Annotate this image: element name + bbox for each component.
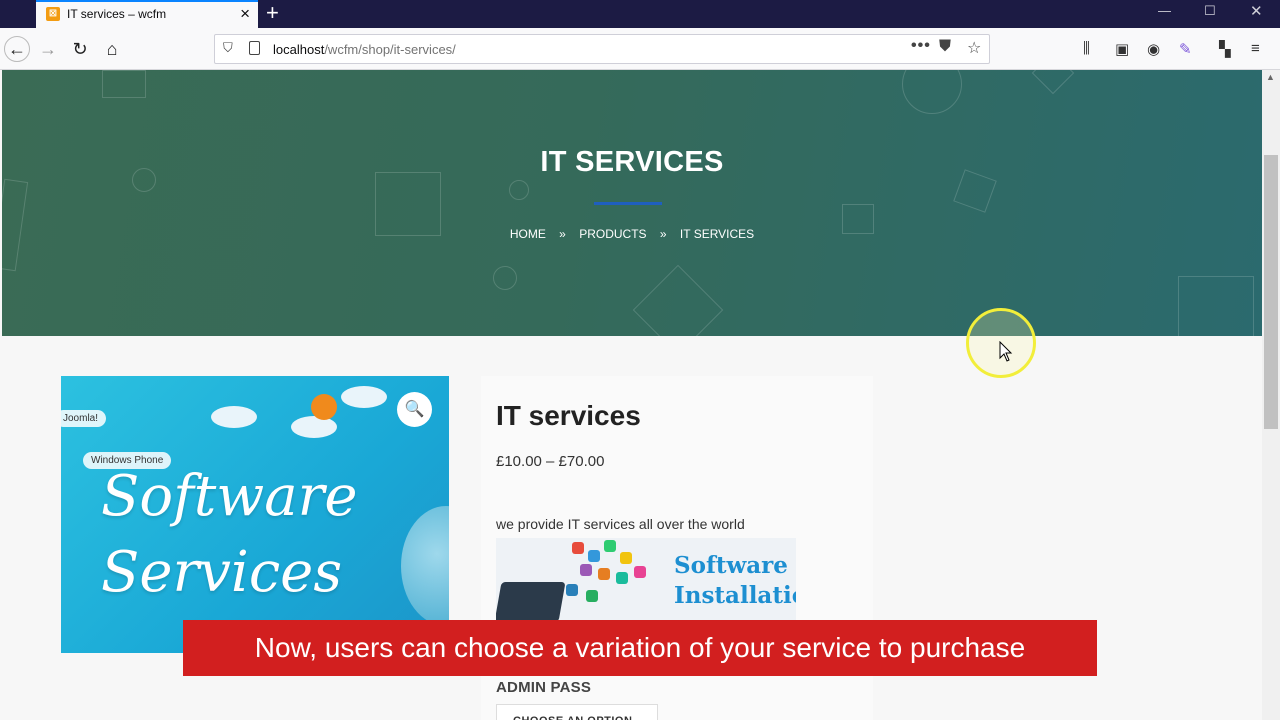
- scrollbar-thumb[interactable]: [1264, 155, 1278, 429]
- reload-icon[interactable]: ↻: [68, 37, 92, 61]
- scroll-up-arrow-icon[interactable]: ▲: [1266, 72, 1275, 82]
- image-text-line2: Services: [101, 540, 343, 605]
- breadcrumb-separator-icon: »: [659, 227, 667, 241]
- banner-text-line1: Software: [674, 552, 788, 579]
- extension-pen-icon[interactable]: ✎: [1179, 40, 1192, 58]
- decor-circle: [509, 180, 529, 200]
- page-hero-banner: IT SERVICES HOME » PRODUCTS » IT SERVICE…: [2, 70, 1262, 336]
- decor-square: [102, 70, 146, 98]
- browser-tab[interactable]: ⊠ IT services – wcfm ×: [36, 0, 258, 28]
- variation-attribute-label: ADMIN PASS: [496, 679, 592, 696]
- decor-triangle: [1031, 70, 1075, 95]
- back-icon[interactable]: ←: [4, 36, 30, 62]
- page-actions-icon[interactable]: •••: [911, 37, 931, 55]
- product-description: we provide IT services all over the worl…: [496, 516, 745, 532]
- banner-app-tile: [572, 542, 584, 554]
- new-tab-icon[interactable]: +: [266, 0, 279, 26]
- mouse-cursor-icon: [999, 341, 1013, 362]
- maximize-icon[interactable]: ☐: [1204, 3, 1216, 19]
- tracking-shield-icon[interactable]: ⛉: [223, 40, 233, 56]
- minimize-icon[interactable]: —: [1158, 3, 1171, 18]
- image-desk: [211, 406, 257, 428]
- browser-tab-strip: ⊠ IT services – wcfm × + — ☐ ✕: [0, 0, 1280, 28]
- decor-square: [1178, 276, 1254, 336]
- banner-app-tile: [604, 540, 616, 552]
- menu-icon[interactable]: ≡: [1251, 40, 1260, 57]
- product-price-range: £10.00 – £70.00: [496, 453, 605, 470]
- banner-tablet: [496, 582, 566, 622]
- window-close-icon[interactable]: ✕: [1250, 2, 1263, 20]
- site-favicon-icon: ⊠: [46, 7, 60, 21]
- banner-app-tile: [588, 550, 600, 562]
- breadcrumb-products[interactable]: PRODUCTS: [579, 227, 646, 241]
- pocket-icon[interactable]: ⛊: [939, 38, 951, 56]
- decor-circle: [902, 70, 962, 114]
- breadcrumb-home[interactable]: HOME: [510, 227, 546, 241]
- banner-app-tile: [616, 572, 628, 584]
- account-icon[interactable]: ◉: [1147, 40, 1160, 58]
- navigation-toolbar: ← → ↻ ⌂ ⛉ localhost/wcfm/shop/it-service…: [0, 28, 1280, 70]
- decor-shape: [2, 178, 29, 272]
- page-info-icon[interactable]: [249, 41, 260, 55]
- banner-text-line2: Installatio: [674, 582, 796, 609]
- address-bar[interactable]: ⛉ localhost/wcfm/shop/it-services/ ••• ⛊…: [214, 34, 990, 64]
- tab-close-icon[interactable]: ×: [240, 4, 250, 24]
- image-globe: [401, 506, 449, 626]
- product-image[interactable]: Joomla! Windows Phone Software Services: [61, 376, 449, 653]
- decor-diamond: [632, 264, 724, 336]
- breadcrumb-current: IT SERVICES: [679, 227, 755, 241]
- image-person: [311, 394, 337, 420]
- description-image: Software Installatio: [496, 538, 796, 622]
- url-text[interactable]: localhost/wcfm/shop/it-services/: [273, 42, 456, 57]
- forward-icon[interactable]: →: [36, 37, 60, 61]
- title-underline: [594, 202, 662, 205]
- image-desk: [291, 416, 337, 438]
- image-desk: [341, 386, 387, 408]
- bookmark-star-icon[interactable]: ☆: [967, 38, 981, 58]
- variation-select[interactable]: CHOOSE AN OPTION: [496, 704, 658, 720]
- breadcrumb: HOME » PRODUCTS » IT SERVICES: [2, 227, 1262, 241]
- home-icon[interactable]: ⌂: [100, 37, 124, 61]
- decor-circle: [493, 266, 517, 290]
- extensions-icon[interactable]: ▚: [1219, 40, 1231, 58]
- breadcrumb-separator-icon: »: [559, 227, 566, 241]
- banner-app-tile: [620, 552, 632, 564]
- banner-app-tile: [598, 568, 610, 580]
- image-joomla-chip: Joomla!: [61, 410, 107, 427]
- video-caption: Now, users can choose a variation of you…: [183, 620, 1097, 676]
- library-icon[interactable]: ⫼: [1083, 40, 1090, 57]
- image-text-line1: Software: [101, 464, 358, 529]
- banner-app-tile: [580, 564, 592, 576]
- banner-app-tile: [566, 584, 578, 596]
- sidebar-icon[interactable]: ▣: [1115, 40, 1129, 58]
- tab-title: IT services – wcfm: [67, 7, 167, 21]
- page-title: IT SERVICES: [540, 146, 724, 178]
- banner-app-tile: [634, 566, 646, 578]
- product-title: IT services: [496, 400, 641, 431]
- banner-app-tile: [586, 590, 598, 602]
- zoom-magnifier-icon[interactable]: 🔍: [397, 392, 432, 427]
